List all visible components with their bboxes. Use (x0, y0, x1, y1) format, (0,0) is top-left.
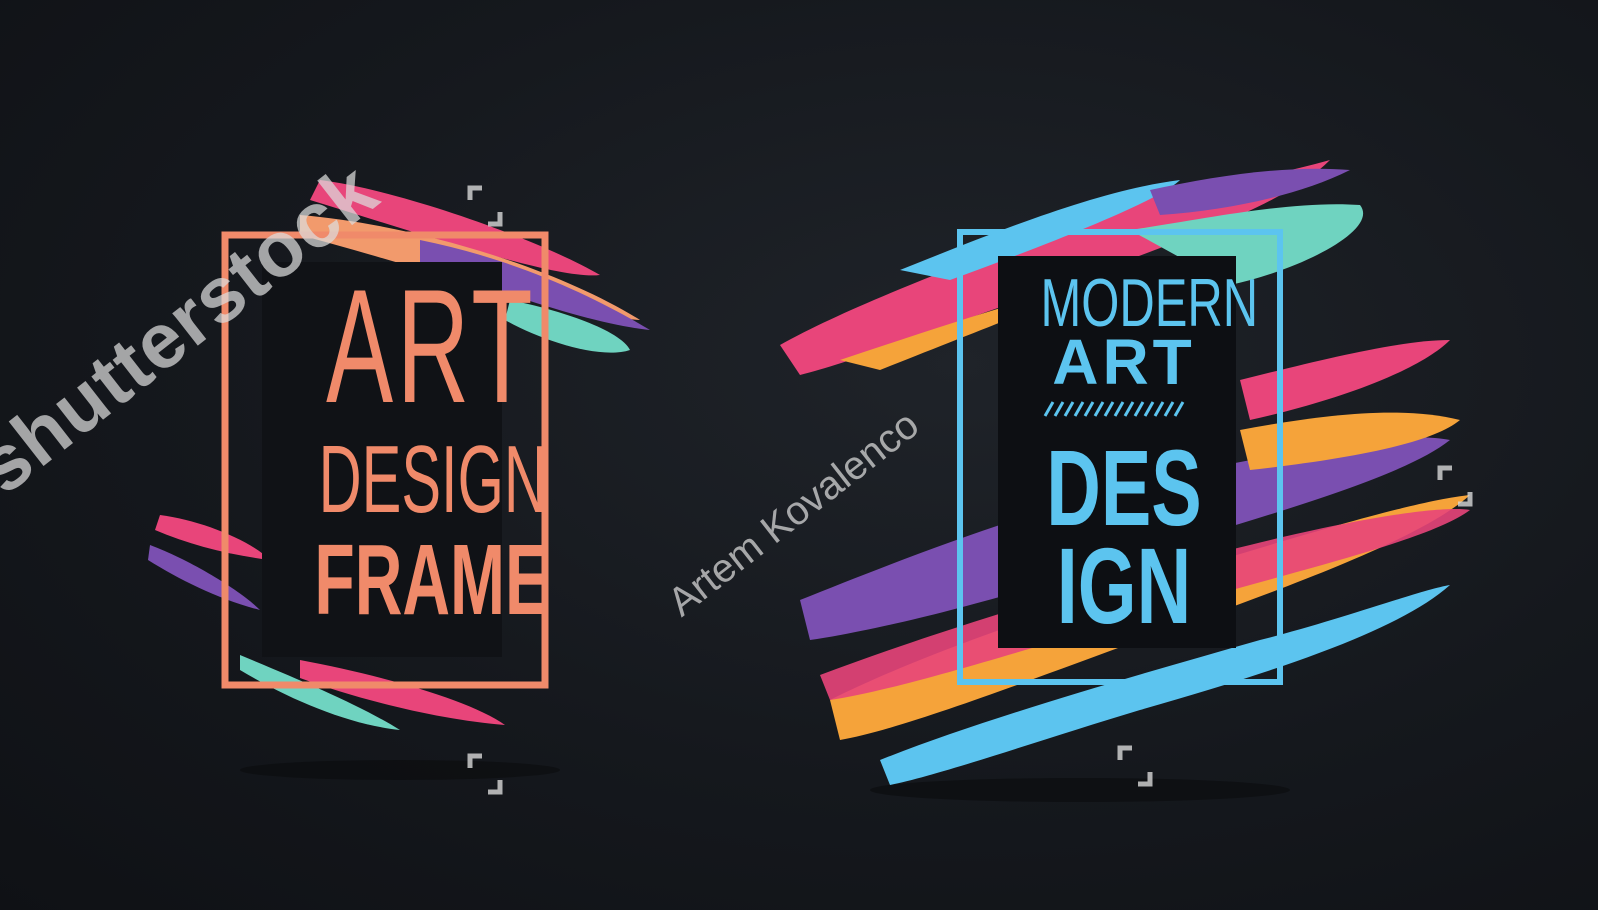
artwork-canvas (148, 160, 1473, 802)
des-title: DES (1046, 427, 1202, 548)
ign-title: IGN (1056, 525, 1192, 646)
watermark-corner-icon (467, 185, 503, 227)
art-subtitle: ART (1052, 326, 1196, 398)
design-title: DESIGN (318, 426, 547, 533)
frame-title: FRAME (314, 524, 550, 636)
art-title: ART (326, 256, 537, 437)
